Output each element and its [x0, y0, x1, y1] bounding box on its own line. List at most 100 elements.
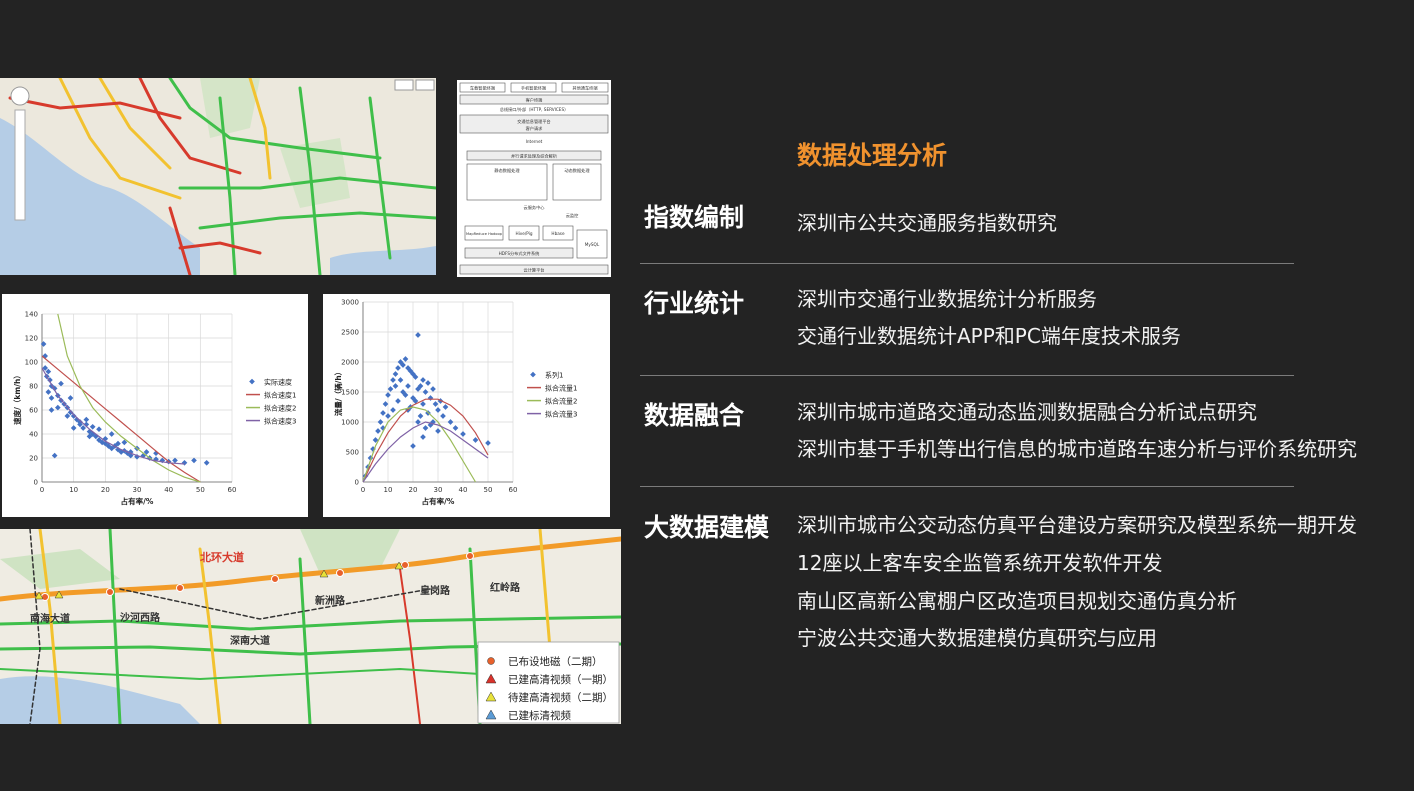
legend-label-4: 已建标清视频: [508, 709, 571, 722]
arch-parallel: 并行请求处理及综合解析: [511, 153, 557, 160]
data-point: [420, 434, 426, 440]
arch-platform-sub: 客户请求: [526, 125, 544, 132]
arch-monitor: 云监控: [566, 212, 579, 219]
data-point: [422, 389, 429, 395]
data-point: [203, 459, 210, 466]
legend-marker: [530, 371, 536, 378]
section-industry-item-1: 深圳市交通行业数据统计分析服务: [797, 287, 1097, 311]
y-tick-label: 3000: [341, 299, 359, 307]
map-label-beihuan: 北环大道: [200, 550, 244, 564]
data-point: [382, 401, 389, 407]
architecture-diagram: 车载智能终端 手机智能终端 其他通车终端 客户终端 总线接口/外部（HTTP, …: [457, 80, 611, 277]
data-point: [191, 457, 197, 464]
map-label-huanggang: 皇岗路: [420, 584, 451, 597]
data-point: [392, 383, 399, 389]
x-tick-label: 30: [133, 486, 142, 494]
section-title-index: 指数编制: [644, 203, 745, 232]
arch-terminal-2: 手机智能终端: [521, 85, 546, 92]
y-tick-label: 120: [25, 335, 38, 343]
data-point: [45, 389, 52, 395]
divider: [640, 263, 1294, 264]
x-tick-label: 30: [434, 486, 443, 494]
divider: [640, 375, 1294, 376]
data-point: [58, 380, 64, 387]
x-tick-label: 60: [509, 486, 518, 494]
section-modeling-item-2: 12座以上客车安全监管系统开发软件开发: [797, 551, 1163, 575]
data-point: [395, 398, 401, 404]
data-point: [432, 401, 439, 407]
x-tick-label: 50: [196, 486, 205, 494]
series-line: [362, 406, 477, 483]
arch-dynamic: 动态数据处理: [564, 167, 590, 174]
y-tick-label: 40: [29, 431, 38, 439]
data-point: [377, 419, 384, 425]
data-point: [420, 401, 426, 407]
legend-label: 实际速度: [264, 378, 292, 387]
data-point: [89, 423, 96, 430]
data-point: [385, 392, 391, 398]
data-point: [435, 407, 441, 413]
data-point: [395, 365, 401, 371]
data-point: [51, 452, 58, 459]
arch-mapreduce: MapReduce Hadoop: [466, 232, 503, 236]
data-point: [435, 428, 441, 434]
y-tick-label: 140: [25, 311, 38, 319]
x-tick-label: 20: [409, 486, 418, 494]
arch-hbase: Hbase: [551, 231, 565, 236]
arch-cloud: 云服务中心: [524, 204, 546, 211]
data-point: [48, 395, 55, 401]
data-point: [417, 413, 424, 419]
arch-static: 静态数据处理: [494, 167, 520, 174]
data-point: [390, 377, 396, 383]
data-point: [48, 407, 55, 413]
legend-circle-icon: [487, 657, 495, 665]
x-tick-label: 40: [164, 486, 173, 494]
data-point: [472, 437, 479, 443]
data-point: [181, 459, 188, 466]
data-point: [485, 440, 491, 446]
y-tick-label: 2000: [341, 359, 359, 367]
y-tick-label: 0: [355, 479, 359, 487]
data-point: [70, 425, 77, 431]
data-point: [172, 457, 178, 464]
map-label-shennan: 深南大道: [230, 634, 270, 647]
data-point: [397, 377, 404, 383]
map-label-xinzhou: 新洲路: [315, 594, 346, 607]
data-point: [410, 443, 416, 449]
section-title-modeling: 大数据建模: [644, 513, 770, 542]
legend-label: 系列1: [545, 371, 563, 380]
arch-client: 客户终端: [526, 97, 543, 104]
map-label-nanhai: 南海大道: [30, 612, 70, 625]
section-fusion-item-1: 深圳市城市道路交通动态监测数据融合分析试点研究: [797, 400, 1257, 424]
speed-occupancy-chart: 0 20 40 60 80 100 120 140 0 10 20 30 40 50 60 占有率/% 速度/（…: [2, 294, 308, 517]
legend-label: 拟合速度3: [264, 417, 296, 426]
section-modeling-item-3: 南山区高新公寓棚户区改造项目规划交通仿真分析: [797, 589, 1237, 613]
y-tick-label: 0: [34, 479, 38, 487]
legend-label: 拟合速度1: [264, 391, 296, 400]
y-tick-label: 1000: [341, 419, 359, 427]
data-point: [83, 416, 90, 423]
page-title: 数据处理分析: [797, 141, 948, 170]
arch-protocol: 总线接口/外部（HTTP, SERVICES）: [500, 106, 569, 113]
data-point: [96, 426, 102, 433]
data-point: [380, 410, 386, 416]
section-modeling-item-4: 宁波公共交通大数据建模仿真研究与应用: [797, 626, 1157, 650]
y-tick-label: 80: [29, 383, 38, 391]
divider: [640, 486, 1294, 487]
x-tick-label: 40: [459, 486, 468, 494]
y-tick-label: 60: [29, 407, 38, 415]
data-point: [415, 332, 421, 338]
y-tick-label: 500: [346, 449, 359, 457]
data-point: [387, 386, 394, 392]
x-tick-label: 10: [69, 486, 78, 494]
arch-platform: 交通信息管理平台: [517, 118, 551, 125]
y-axis-label: 流量/（辆/h）: [333, 368, 343, 416]
arch-terminal-3: 其他通车终端: [572, 85, 597, 92]
section-modeling-item-1: 深圳市城市公交动态仿真平台建设方案研究及模型系统一期开发: [797, 513, 1357, 537]
data-point: [427, 395, 434, 401]
data-point: [67, 395, 74, 401]
x-axis-label: 占有率/%: [422, 496, 455, 506]
x-tick-label: 20: [101, 486, 110, 494]
data-point: [385, 413, 391, 419]
legend-label-1: 已布设地磁（二期）: [508, 655, 603, 668]
